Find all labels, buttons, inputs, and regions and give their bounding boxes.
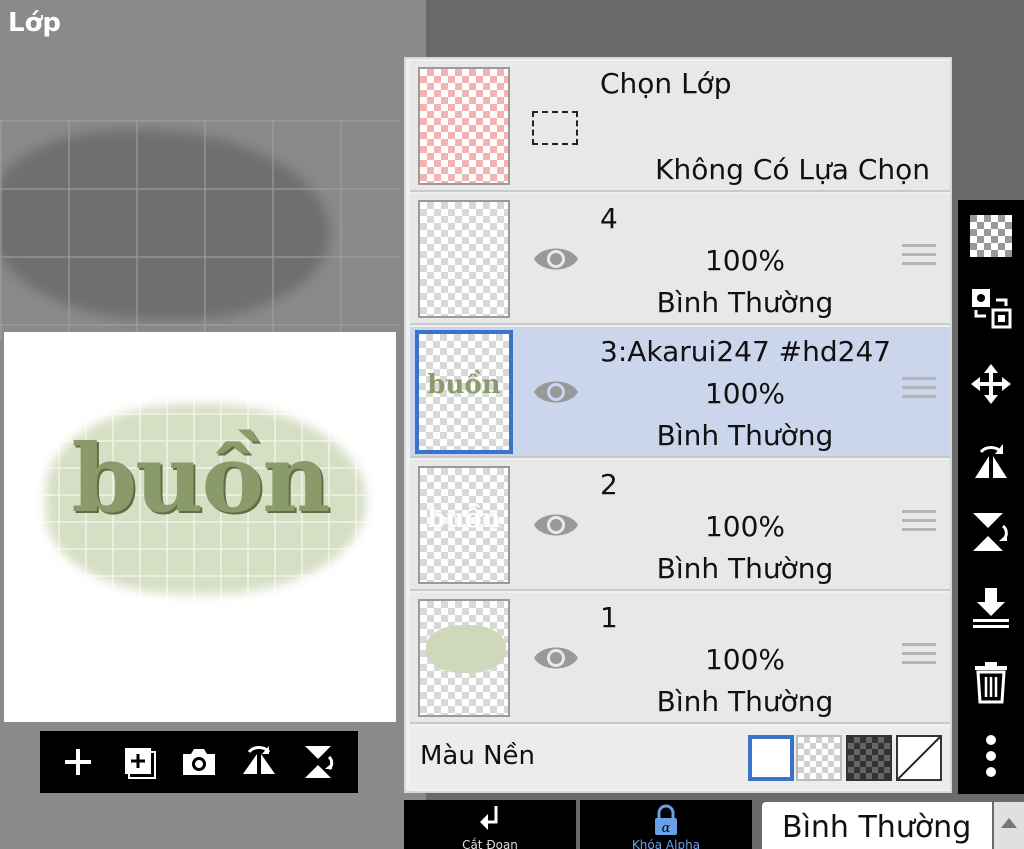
flip-vertical-button[interactable] [294, 736, 346, 788]
layer-name: 2 [600, 468, 618, 501]
bg-swatch-white[interactable] [748, 735, 794, 781]
visibility-eye-icon[interactable] [532, 239, 580, 279]
none-slash-icon [898, 737, 940, 779]
layer-blend-mode: Bình Thường [656, 419, 834, 452]
clipping-button[interactable]: Cắt Đoạn [404, 800, 576, 849]
bg-swatch-dark-checker[interactable] [846, 735, 892, 781]
layer-thumbnail: buồn [418, 466, 510, 584]
transform-button[interactable] [967, 284, 1015, 332]
layer-thumbnail [418, 599, 510, 717]
checker-button[interactable] [967, 212, 1015, 260]
screen-title: Lớp [8, 8, 62, 38]
layer-preview: buồn [4, 332, 396, 722]
add-layer-copy-button[interactable] [113, 736, 165, 788]
move-icon [971, 364, 1011, 404]
selection-row[interactable]: Chọn Lớp Không Có Lựa Chọn [410, 61, 950, 192]
lock-alpha-icon: α [655, 804, 677, 836]
layer-row[interactable]: 1 100% Bình Thường [410, 593, 950, 724]
add-layer-copy-icon [124, 748, 156, 779]
alpha-lock-label: Khóa Alpha [631, 838, 701, 849]
thumbnail-cloud [426, 625, 506, 673]
chevron-up-icon [1001, 818, 1017, 828]
layer-opacity: 100% [704, 244, 786, 277]
bg-swatch-none[interactable] [896, 735, 942, 781]
visibility-eye-icon[interactable] [532, 505, 580, 545]
clipping-label: Cắt Đoạn [462, 838, 518, 849]
merge-down-button[interactable] [967, 584, 1015, 632]
transform-icon [972, 289, 1012, 329]
layer-thumbnail: buồn [415, 330, 513, 454]
background-color-row: Màu Nền [410, 727, 950, 789]
layer-blend-mode: Bình Thường [656, 685, 834, 718]
right-toolbar [958, 200, 1024, 794]
selection-rect-icon [532, 111, 578, 145]
blend-mode-dropdown-button[interactable] [994, 802, 1024, 849]
layer-row[interactable]: buồn 2 100% Bình Thường [410, 460, 950, 591]
layer-name: 3:Akarui247 #hd247 [600, 335, 892, 368]
layer-blend-mode: Bình Thường [656, 286, 834, 319]
layer-tools-toolbar [40, 731, 358, 793]
flip-vertical-icon [304, 746, 333, 778]
layer-name: 4 [600, 202, 618, 235]
background-color-label: Màu Nền [420, 741, 536, 771]
layer-blend-mode: Bình Thường [656, 552, 834, 585]
clip-arrow-icon [480, 806, 498, 830]
move-button[interactable] [967, 360, 1015, 408]
delete-layer-button[interactable] [967, 658, 1015, 706]
drag-handle-icon[interactable] [902, 244, 936, 272]
visibility-eye-icon[interactable] [532, 638, 580, 678]
trash-icon [975, 662, 1007, 704]
selection-thumbnail [418, 67, 510, 185]
add-layer-icon [65, 749, 92, 775]
visibility-eye-icon[interactable] [532, 372, 580, 412]
layer-opacity: 100% [704, 377, 786, 410]
thumbnail-art-text: buồn [427, 370, 501, 400]
layer-thumbnail [418, 200, 510, 318]
layer-name: 1 [600, 601, 618, 634]
merge-down-icon [973, 588, 1009, 628]
camera-button[interactable] [173, 736, 225, 788]
more-icon [986, 735, 996, 777]
flip-vertical-rotate-button[interactable] [967, 508, 1015, 556]
thumbnail-art-text: buồn [427, 504, 501, 534]
flip-vertical-rotate-icon [973, 513, 1008, 551]
svg-text:α: α [662, 821, 671, 836]
selection-title: Chọn Lớp [600, 67, 732, 100]
flip-rotate-button[interactable] [967, 436, 1015, 484]
selection-status: Không Có Lựa Chọn [655, 153, 930, 186]
layer-row-selected[interactable]: buồn 3:Akarui247 #hd247 100% Bình Thường [410, 327, 950, 458]
alpha-lock-button[interactable]: α Khóa Alpha [580, 800, 752, 849]
checker-icon [970, 215, 1012, 257]
preview-art-text: buồn [71, 424, 330, 534]
layers-panel: Chọn Lớp Không Có Lựa Chọn 4 100% Bình T… [404, 57, 952, 793]
blend-mode-select[interactable]: Bình Thường [762, 802, 992, 849]
bg-swatch-transparent[interactable] [796, 735, 842, 781]
flip-rotate-icon [975, 444, 1007, 478]
drag-handle-icon[interactable] [902, 377, 936, 405]
blend-mode-value: Bình Thường [782, 810, 972, 845]
camera-icon [182, 749, 215, 775]
drag-handle-icon[interactable] [902, 510, 936, 538]
add-layer-button[interactable] [52, 736, 104, 788]
flip-horizontal-button[interactable] [233, 736, 285, 788]
layer-row[interactable]: 4 100% Bình Thường [410, 194, 950, 325]
drag-handle-icon[interactable] [902, 643, 936, 671]
layer-opacity: 100% [704, 510, 786, 543]
more-options-button[interactable] [967, 732, 1015, 780]
canvas-grid [0, 120, 400, 340]
flip-horizontal-icon [243, 746, 276, 774]
layer-opacity: 100% [704, 643, 786, 676]
